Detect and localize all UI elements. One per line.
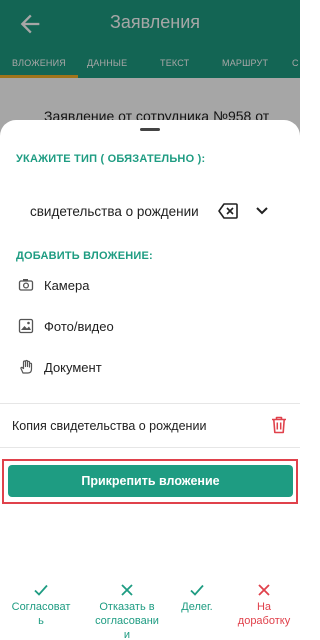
option-camera-label: Камера <box>44 278 90 293</box>
check-icon <box>34 584 48 596</box>
delegate-button[interactable]: Делег. <box>172 570 222 640</box>
chevron-down-icon[interactable] <box>254 204 270 218</box>
image-icon <box>18 318 34 334</box>
approve-button[interactable]: Согласоват ь <box>6 570 76 640</box>
delegate-label: Делег. <box>181 601 213 613</box>
reject-label-line2: согласовани <box>95 615 159 627</box>
attachment-file-name: Копия свидетельства о рождении <box>12 419 207 433</box>
option-photo-video[interactable]: Фото/видео <box>0 309 300 345</box>
option-photo-video-label: Фото/видео <box>44 319 114 334</box>
attach-section-label: ДОБАВИТЬ ВЛОЖЕНИЕ: <box>16 250 153 262</box>
option-document-label: Документ <box>44 360 102 375</box>
camera-icon <box>18 277 34 293</box>
return-label-line1: На <box>256 601 272 613</box>
attachment-bottom-sheet: УКАЖИТЕ ТИП ( ОБЯЗАТЕЛЬНО ): свидетельст… <box>0 120 300 570</box>
divider <box>0 403 300 404</box>
approve-label-line2: ь <box>38 615 44 627</box>
clear-icon[interactable] <box>218 203 238 219</box>
check-icon <box>190 584 204 596</box>
close-icon <box>258 584 270 596</box>
return-label-line2: доработку <box>237 615 291 627</box>
divider <box>0 447 300 448</box>
reject-label-line3: и <box>123 629 131 640</box>
reject-label-line1: Отказать в <box>99 601 155 613</box>
type-select-value[interactable]: свидетельства о рождении <box>30 204 199 219</box>
attachment-item: Копия свидетельства о рождении <box>0 408 300 444</box>
return-for-revision-button[interactable]: На доработку <box>233 570 295 640</box>
trash-icon[interactable] <box>271 416 287 434</box>
action-bar: Согласоват ь Отказать в согласовани и Де… <box>0 570 300 640</box>
approve-label-line1: Согласоват <box>11 601 71 613</box>
type-section-label: УКАЖИТЕ ТИП ( ОБЯЗАТЕЛЬНО ): <box>16 153 206 165</box>
option-camera[interactable]: Камера <box>0 268 300 304</box>
attach-button[interactable]: Прикрепить вложение <box>8 465 293 497</box>
reject-button[interactable]: Отказать в согласовани и <box>90 570 164 640</box>
option-document[interactable]: Документ <box>0 350 300 386</box>
close-icon <box>121 584 133 596</box>
hand-icon <box>18 359 34 375</box>
drag-handle[interactable] <box>140 128 160 131</box>
